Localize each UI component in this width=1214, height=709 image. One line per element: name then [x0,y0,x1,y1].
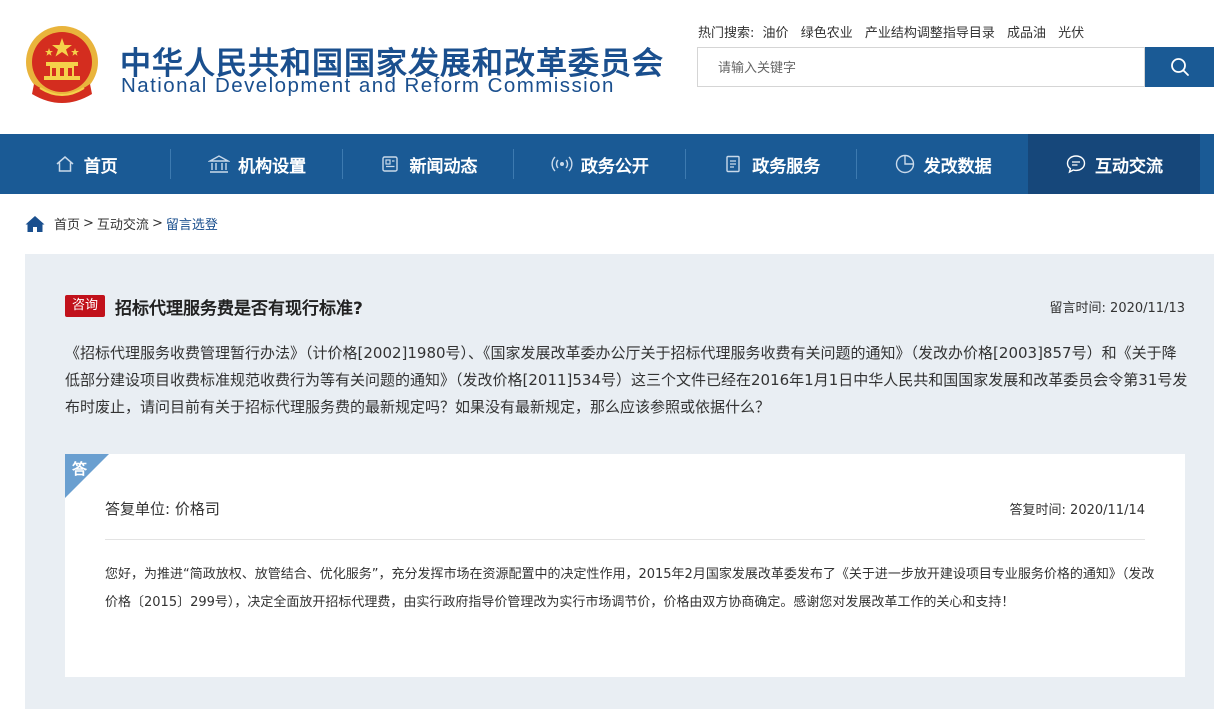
answer-time: 答复时间: 2020/11/14 [1009,503,1145,518]
breadcrumb-separator: > [151,216,163,231]
site-header: 中华人民共和国国家发展和改革委员会 National Development a… [0,0,1214,134]
nav-item-data[interactable]: 发改数据 [857,134,1028,194]
nav-label: 政务服务 [752,156,821,177]
nav-item-home[interactable]: 首页 [0,134,172,194]
hot-search-item[interactable]: 绿色农业 [801,26,853,41]
hot-search-item[interactable]: 产业结构调整指导目录 [865,26,995,41]
home-icon [54,153,76,175]
nav-label: 新闻动态 [409,156,478,177]
broadcast-icon [551,153,573,175]
question-title: 招标代理服务费是否有现行标准? [115,299,363,319]
hot-search: 热门搜索: 油价 绿色农业 产业结构调整指导目录 成品油 光伏 [698,22,1092,41]
nav-item-organization[interactable]: 机构设置 [171,134,343,194]
answer-card: 答 答复单位: 价格司 答复时间: 2020/11/14 您好，为推进“简政放权… [65,454,1185,677]
nav-item-news[interactable]: 新闻动态 [343,134,515,194]
answer-divider [105,539,1145,540]
answer-body: 您好，为推进“简政放权、放管结合、优化服务”，充分发挥市场在资源配置中的决定性作… [105,567,1155,610]
nav-label: 互动交流 [1095,156,1164,177]
hot-search-item[interactable]: 光伏 [1058,26,1084,41]
hot-search-item[interactable]: 油价 [763,26,789,41]
main-nav: 首页 机构设置 新闻动态 政务公开 政务服务 发改数据 互动交流 [0,134,1214,194]
question-tag-badge: 咨询 [65,295,105,317]
building-icon [208,153,231,175]
site-title-en[interactable]: National Development and Reform Commissi… [121,74,615,98]
question-body: 《招标代理服务收费管理暂行办法》（计价格[2002]1980号）、《国家发展改革… [65,344,1188,416]
message-panel: 咨询 招标代理服务费是否有现行标准? 留言时间: 2020/11/13 《招标代… [25,254,1214,709]
news-icon [379,153,401,175]
nav-item-interaction[interactable]: 互动交流 [1028,134,1200,194]
breadcrumb: 首页 > 互动交流 > 留言选登 [25,214,218,233]
nav-label: 机构设置 [238,156,307,177]
hot-search-item[interactable]: 成品油 [1007,26,1046,41]
nav-label: 政务公开 [580,156,649,177]
answer-unit: 答复单位: 价格司 [105,500,220,518]
national-emblem-icon[interactable] [22,24,102,108]
search-icon [1170,58,1189,76]
hot-search-label: 热门搜索: [698,26,755,41]
nav-label: 发改数据 [923,156,992,177]
pie-chart-icon [894,153,916,175]
document-icon [722,153,744,175]
nav-item-government-services[interactable]: 政务服务 [686,134,857,194]
breadcrumb-home-link[interactable]: 首页 [54,214,80,233]
chat-icon [1065,153,1087,175]
home-icon[interactable] [25,215,45,233]
question-time: 留言时间: 2020/11/13 [1049,301,1185,316]
answer-corner-label: 答 [72,460,88,478]
nav-item-government-affairs[interactable]: 政务公开 [514,134,686,194]
breadcrumb-current: 留言选登 [165,218,218,233]
breadcrumb-separator: > [83,216,94,231]
search-button[interactable] [1145,47,1214,87]
search-input[interactable] [697,47,1145,87]
nav-label: 首页 [83,156,118,177]
breadcrumb-section-link[interactable]: 互动交流 [97,214,149,233]
